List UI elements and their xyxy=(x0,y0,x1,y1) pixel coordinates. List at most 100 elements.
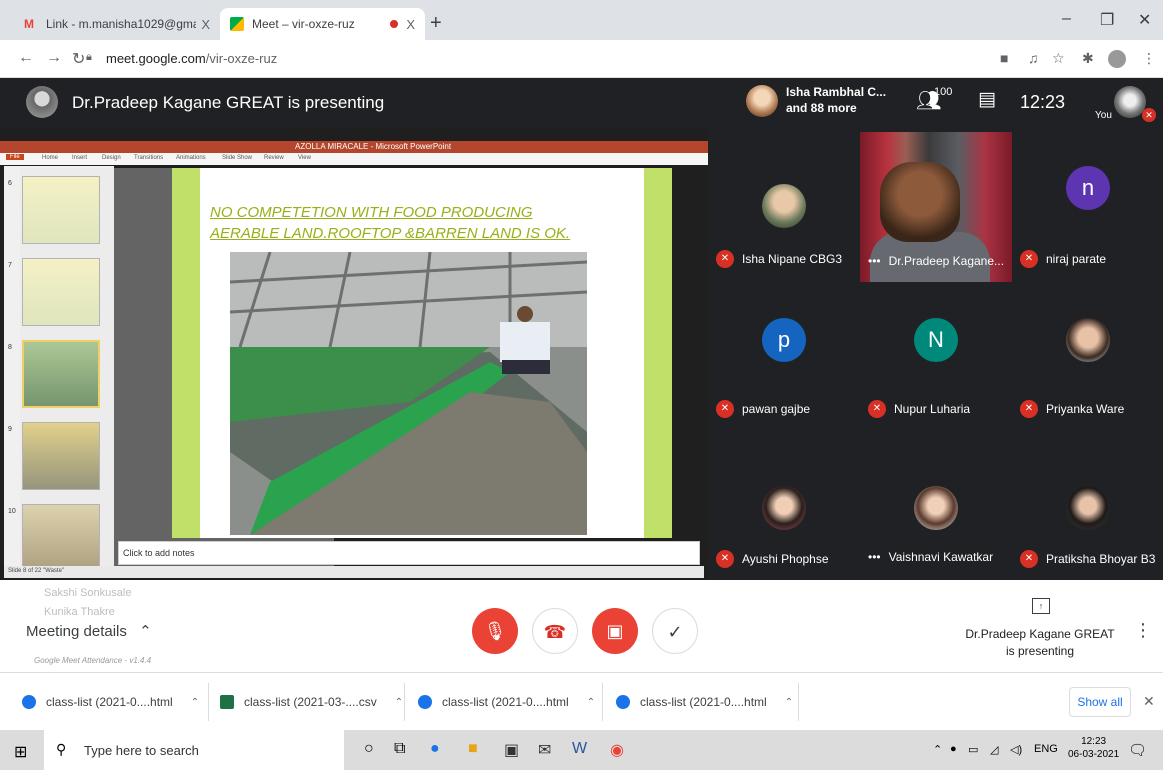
ribbon-view: View xyxy=(298,155,311,161)
download-item[interactable]: class-list (2021-0....html ⌃ xyxy=(616,691,793,713)
menu-icon[interactable]: ⋮ xyxy=(1142,50,1156,67)
ribbon-home: Home xyxy=(42,155,59,161)
participant-tile[interactable]: p ✕ pawan gajbe xyxy=(708,278,860,428)
download-filename: class-list (2021-0....html xyxy=(442,695,569,709)
microphone-icon[interactable]: ● xyxy=(950,743,957,755)
battery-icon[interactable]: ▭ xyxy=(968,743,978,756)
participant-tile[interactable]: ••• Vaishnavi Kawatkar xyxy=(860,428,1012,578)
meeting-details-button[interactable]: Meeting details ⌃ xyxy=(26,622,152,640)
store-icon[interactable]: ▣ xyxy=(504,740,519,760)
download-filename: class-list (2021-0....html xyxy=(46,695,173,709)
chevron-up-icon[interactable]: ⌃ xyxy=(785,697,793,708)
search-placeholder: Type here to search xyxy=(84,743,199,758)
cortana-icon[interactable]: ○ xyxy=(364,740,374,758)
check-icon: ✓ xyxy=(667,622,683,642)
edge-file-icon xyxy=(616,695,630,709)
chat-icon[interactable]: ▤ xyxy=(978,88,996,111)
notification-icon[interactable]: 🗨︎ xyxy=(1128,741,1147,759)
minimize-icon[interactable]: – xyxy=(1062,10,1071,28)
azolla-rooftop-photo xyxy=(230,252,587,535)
url-domain: meet.google.com xyxy=(106,51,206,66)
show-all-button[interactable]: Show all xyxy=(1069,687,1131,717)
avatar xyxy=(1066,486,1110,530)
active-participants-summary[interactable]: Isha Rambhal C... and 88 more xyxy=(786,84,886,116)
leave-call-button[interactable]: ☎︎ xyxy=(532,608,578,654)
participant-tile[interactable]: ✕ Ayushi Phophse xyxy=(708,428,860,578)
divider xyxy=(404,683,405,721)
mail-icon[interactable]: ✉ xyxy=(538,740,551,760)
windows-start-icon[interactable]: ⊞ xyxy=(14,742,27,762)
chevron-up-icon[interactable]: ⌃ xyxy=(933,743,942,756)
participant-line: Isha Rambhal C... xyxy=(786,85,887,99)
edge-file-icon xyxy=(22,695,36,709)
download-item[interactable]: class-list (2021-0....html ⌃ xyxy=(418,691,595,713)
mic-off-button[interactable]: 🎙︎ xyxy=(472,608,518,654)
excel-file-icon xyxy=(220,695,234,709)
presenting-status[interactable]: Dr.Pradeep Kagane GREAT is presenting xyxy=(965,626,1115,660)
bookmark-star-icon[interactable]: ☆ xyxy=(1052,50,1065,67)
participant-tile[interactable]: N ✕ Nupur Luharia xyxy=(860,278,1012,428)
reload-icon[interactable]: ↻ xyxy=(72,49,85,69)
new-tab-button[interactable]: + xyxy=(430,12,442,35)
participant-tile[interactable]: n ✕ niraj parate xyxy=(1012,128,1163,278)
lock-icon[interactable]: 🔒︎ xyxy=(86,51,92,64)
participant-tile[interactable]: ✕ Pratiksha Bhoyar B3 xyxy=(1012,428,1163,578)
camera-icon[interactable]: ■ xyxy=(1000,50,1008,66)
url-path: /vir-oxze-ruz xyxy=(205,51,278,66)
chevron-up-icon[interactable]: ⌃ xyxy=(587,697,595,708)
participant-name-text: pawan gajbe xyxy=(742,402,811,416)
chrome-icon[interactable]: ◉ xyxy=(610,740,624,760)
extension-icon[interactable]: ♫ xyxy=(1028,50,1039,66)
close-icon[interactable]: X xyxy=(201,17,210,32)
tab-meet[interactable]: Meet – vir-oxze-ruz X xyxy=(220,8,425,40)
ribbon-insert: Insert xyxy=(72,155,88,161)
participant-name: ✕ pawan gajbe xyxy=(716,400,810,418)
file-explorer-icon[interactable]: ■ xyxy=(468,740,478,758)
network-icon[interactable]: ◿ xyxy=(990,743,998,756)
close-icon[interactable]: X xyxy=(406,17,415,32)
chevron-up-icon: ⌃ xyxy=(139,623,152,640)
participant-name-text: niraj parate xyxy=(1046,252,1107,266)
slide-number: 9 xyxy=(8,426,12,433)
download-item[interactable]: class-list (2021-03-....csv ⌃ xyxy=(220,691,403,713)
edge-icon[interactable]: ● xyxy=(430,740,440,758)
present-screen-icon[interactable]: ↑ xyxy=(1032,598,1050,614)
window-close-icon[interactable]: ✕ xyxy=(1138,10,1151,30)
download-filename: class-list (2021-03-....csv xyxy=(244,695,377,709)
tab-gmail-title: Link - m.manisha1029@gmail.cc xyxy=(46,17,196,31)
participant-video-tile[interactable]: ••• Dr.Pradeep Kagane... xyxy=(860,132,1012,282)
taskbar-clock[interactable]: 12:23 06-03-2021 xyxy=(1068,735,1119,761)
ribbon-design: Design xyxy=(102,155,121,161)
volume-icon[interactable]: ◁) xyxy=(1010,743,1022,756)
puzzle-icon[interactable]: ✱ xyxy=(1082,50,1094,67)
participant-name: ✕ Pratiksha Bhoyar B3 xyxy=(1020,550,1155,568)
back-icon[interactable]: ← xyxy=(18,49,34,67)
chevron-up-icon[interactable]: ⌃ xyxy=(395,697,403,708)
tab-gmail-link[interactable]: M Link - m.manisha1029@gmail.cc X xyxy=(14,8,220,40)
camera-off-button[interactable]: ▣ xyxy=(592,608,638,654)
chevron-up-icon[interactable]: ⌃ xyxy=(191,697,199,708)
word-icon[interactable]: W xyxy=(572,740,587,758)
taskbar-search[interactable]: ⚲ Type here to search xyxy=(44,730,344,770)
address-bar: ← → ↻ 🔒︎ meet.google.com/vir-oxze-ruz ■ … xyxy=(0,40,1163,78)
more-options-icon[interactable]: ⋮ xyxy=(1134,620,1152,641)
download-item[interactable]: class-list (2021-0....html ⌃ xyxy=(22,691,199,713)
participant-name: ✕ Ayushi Phophse xyxy=(716,550,829,568)
downloads-bar: class-list (2021-0....html ⌃ class-list … xyxy=(0,672,1163,730)
close-icon[interactable]: ✕ xyxy=(1143,693,1155,710)
participant-tile[interactable]: ✕ Isha Nipane CBG3 xyxy=(708,128,860,278)
participant-tile[interactable]: ✕ Priyanka Ware xyxy=(1012,278,1163,428)
language-indicator[interactable]: ENG xyxy=(1034,743,1058,755)
profile-avatar[interactable] xyxy=(1108,50,1126,68)
restore-icon[interactable]: ❐ xyxy=(1100,10,1114,30)
slide-number: 10 xyxy=(8,508,16,515)
attendance-check-button[interactable]: ✓ xyxy=(652,608,698,654)
forward-icon[interactable]: → xyxy=(46,49,62,67)
avatar xyxy=(746,85,778,117)
url-field[interactable]: meet.google.com/vir-oxze-ruz xyxy=(106,51,277,66)
clock-date: 06-03-2021 xyxy=(1068,749,1120,760)
ppt-status-bar: Slide 8 of 22 "Waste" xyxy=(4,566,704,578)
hang-up-icon: ☎︎ xyxy=(543,622,567,642)
notes-placeholder: Click to add notes xyxy=(123,548,195,558)
task-view-icon[interactable]: ⧉ xyxy=(394,740,405,758)
